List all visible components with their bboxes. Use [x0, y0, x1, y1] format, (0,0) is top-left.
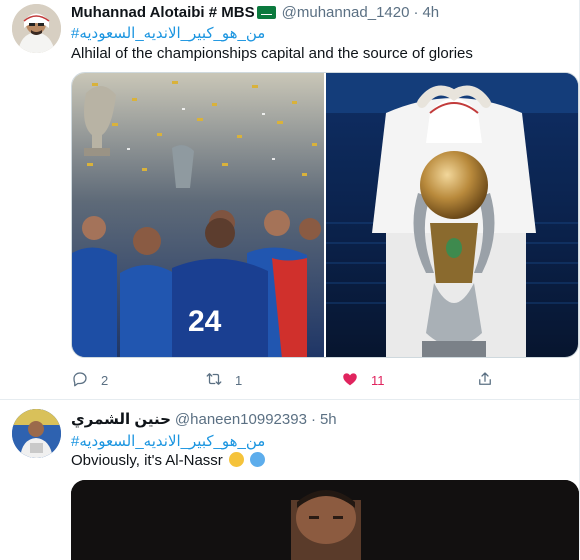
reply-button[interactable]: 2 — [71, 368, 108, 392]
tweet-text: Obviously, it's Al-Nassr — [71, 452, 223, 469]
tweet-media[interactable]: 24 — [71, 72, 579, 358]
media-photo-celebration[interactable]: 24 — [72, 73, 324, 357]
display-name[interactable]: حنين الشمري — [71, 410, 171, 428]
retweet-icon — [205, 370, 223, 391]
timestamp[interactable]: 4h — [422, 4, 439, 21]
like-button[interactable]: 11 — [341, 368, 385, 392]
tweet[interactable]: حنين الشمري @haneen10992393 · 5h #من_هو_… — [0, 401, 579, 560]
share-icon — [476, 370, 494, 391]
hashtag-link[interactable]: #من_هو_كبير_الانديه_السعوديه — [71, 432, 265, 450]
handle[interactable]: @muhannad_1420 — [282, 4, 410, 21]
hashtag-link[interactable]: #من_هو_كبير_الانديه_السعوديه — [71, 24, 265, 42]
tweet[interactable]: Muhannad Alotaibi # MBS @muhannad_1420 ·… — [0, 0, 579, 400]
svg-text:24: 24 — [188, 305, 222, 338]
like-count: 11 — [371, 372, 385, 388]
yellow-heart-icon — [228, 452, 244, 467]
reply-icon — [71, 370, 89, 391]
media-photo[interactable] — [71, 480, 579, 560]
retweet-count: 1 — [235, 372, 243, 388]
timestamp[interactable]: 5h — [320, 411, 337, 428]
avatar[interactable] — [12, 409, 61, 458]
reply-count: 2 — [101, 372, 109, 388]
separator: · — [310, 410, 316, 428]
blue-heart-icon — [250, 452, 266, 467]
avatar[interactable] — [12, 4, 61, 53]
separator: · — [413, 3, 419, 21]
saudi-flag-icon — [256, 5, 276, 19]
handle[interactable]: @haneen10992393 — [175, 411, 307, 428]
retweet-button[interactable]: 1 — [205, 368, 242, 392]
share-button[interactable] — [476, 368, 494, 392]
tweet-text: Alhilal of the championships capital and… — [71, 45, 473, 62]
media-photo-trophy[interactable] — [325, 73, 578, 357]
tweet-actions: 2 1 11 — [71, 368, 501, 392]
tweet-text-line: Obviously, it's Al-Nassr — [71, 452, 266, 469]
heart-filled-icon — [341, 370, 359, 391]
display-name[interactable]: Muhannad Alotaibi # MBS — [71, 4, 255, 21]
